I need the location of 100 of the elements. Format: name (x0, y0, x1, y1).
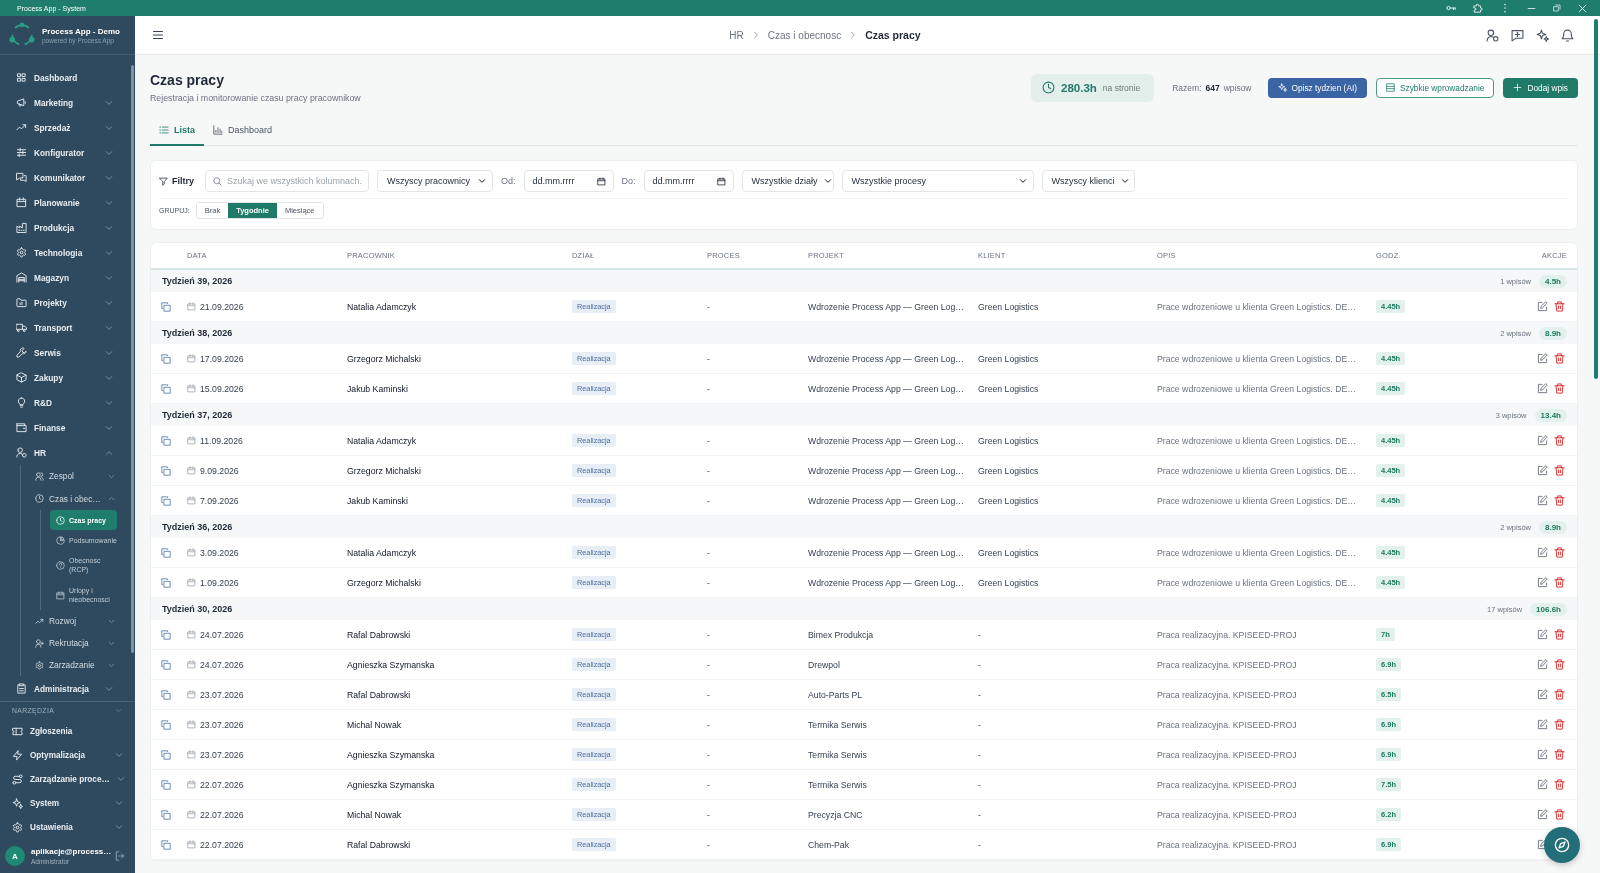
nav-item[interactable]: Sprzedaż (0, 115, 130, 140)
quick-entry-button[interactable]: Szybkie wprowadzanie (1376, 77, 1495, 98)
edit-icon[interactable] (1537, 465, 1548, 476)
breadcrumb-link[interactable]: HR (729, 29, 744, 41)
breadcrumb-link[interactable]: Czas i obecnosc (767, 29, 842, 41)
copy-icon[interactable] (161, 301, 171, 312)
nav-item[interactable]: Zakupy (0, 365, 130, 390)
nav-item[interactable]: Ustawienia (0, 815, 135, 839)
nav-item[interactable]: Konfigurator (0, 140, 130, 165)
copy-icon[interactable] (161, 383, 171, 394)
edit-icon[interactable] (1537, 749, 1548, 760)
date-from-field[interactable]: dd.mm.rrrr (523, 170, 614, 192)
nav-item[interactable]: System (0, 791, 135, 815)
copy-icon[interactable] (161, 809, 171, 820)
nav-item[interactable]: Zgłoszenia (0, 719, 135, 743)
trash-icon[interactable] (1554, 629, 1565, 640)
copy-icon[interactable] (161, 353, 171, 364)
edit-icon[interactable] (1537, 719, 1548, 730)
nav-item[interactable]: Rekrutacja (21, 632, 130, 654)
copy-icon[interactable] (161, 659, 171, 670)
nav-item[interactable]: Rozwoj (21, 610, 130, 632)
trash-icon[interactable] (1554, 577, 1565, 588)
edit-icon[interactable] (1537, 495, 1548, 506)
copy-icon[interactable] (161, 495, 171, 506)
edit-icon[interactable] (1537, 779, 1548, 790)
department-select[interactable]: Wszystkie działy (741, 170, 834, 192)
trash-icon[interactable] (1554, 383, 1565, 394)
copy-icon[interactable] (161, 629, 171, 640)
filter-button[interactable]: Filtry (159, 176, 194, 186)
trash-icon[interactable] (1554, 689, 1565, 700)
nav-item[interactable]: Technologia (0, 240, 130, 265)
edit-icon[interactable] (1537, 629, 1548, 640)
edit-icon[interactable] (1537, 301, 1548, 312)
trash-icon[interactable] (1554, 659, 1565, 670)
copy-icon[interactable] (161, 719, 171, 730)
edit-icon[interactable] (1537, 435, 1548, 446)
date-to-field[interactable]: dd.mm.rrrr (643, 170, 734, 192)
nav-item[interactable]: Dashboard (0, 65, 130, 90)
trash-icon[interactable] (1554, 749, 1565, 760)
sparkles-icon[interactable] (1536, 28, 1549, 42)
nav-item[interactable]: Projekty (0, 290, 130, 315)
edit-icon[interactable] (1537, 659, 1548, 670)
trash-icon[interactable] (1554, 779, 1565, 790)
restore-icon[interactable] (1553, 4, 1561, 12)
copy-icon[interactable] (161, 779, 171, 790)
edit-icon[interactable] (1537, 577, 1548, 588)
nav-item[interactable]: Magazyn (0, 265, 130, 290)
scrollbar-thumb[interactable] (1594, 19, 1598, 379)
trash-icon[interactable] (1554, 301, 1565, 312)
nav-item[interactable]: Zarzadzanie (21, 654, 130, 676)
user-icon[interactable] (1486, 28, 1499, 42)
copy-icon[interactable] (161, 547, 171, 558)
nav-item[interactable]: Produkcja (0, 215, 130, 240)
trash-icon[interactable] (1554, 719, 1565, 730)
copy-icon[interactable] (161, 839, 171, 850)
trash-icon[interactable] (1554, 465, 1565, 476)
logout-icon[interactable] (115, 851, 125, 861)
nav-item[interactable]: Planowanie (0, 190, 130, 215)
nav-item[interactable]: Transport (0, 315, 130, 340)
key-icon[interactable] (1446, 3, 1456, 13)
edit-icon[interactable] (1537, 547, 1548, 558)
nav-item[interactable]: Serwis (0, 340, 130, 365)
nav-item[interactable]: Administracja (0, 676, 130, 701)
ai-describe-button[interactable]: Opisz tydzien (AI) (1267, 77, 1367, 98)
trash-icon[interactable] (1554, 495, 1565, 506)
close-icon[interactable] (1578, 3, 1587, 13)
nav-item[interactable]: Optymalizacja (0, 743, 135, 767)
trash-icon[interactable] (1554, 435, 1565, 446)
scrollbar-thumb[interactable] (131, 65, 134, 653)
nav-item[interactable]: Finanse (0, 415, 130, 440)
search-field[interactable]: Szukaj we wszystkich kolumnach. (205, 170, 369, 192)
bell-icon[interactable] (1561, 28, 1574, 42)
nav-item[interactable]: HR (0, 440, 130, 465)
edit-icon[interactable] (1537, 689, 1548, 700)
copy-icon[interactable] (161, 435, 171, 446)
copy-icon[interactable] (161, 465, 171, 476)
menu-icon[interactable] (152, 29, 164, 41)
employee-select[interactable]: Wszyscy pracownicy (377, 170, 493, 192)
edit-icon[interactable] (1537, 383, 1548, 394)
nav-item[interactable]: R&D (0, 390, 130, 415)
tab[interactable]: Lista (150, 116, 204, 146)
client-select[interactable]: Wszyscy klienci (1041, 170, 1135, 192)
nav-item[interactable]: Zarządzanie proce… (0, 767, 135, 791)
puzzle-icon[interactable] (1473, 3, 1483, 13)
add-entry-button[interactable]: Dodaj wpis (1503, 77, 1578, 98)
copy-icon[interactable] (161, 749, 171, 760)
tab[interactable]: Dashboard (204, 116, 282, 146)
message-plus-icon[interactable] (1511, 28, 1524, 42)
nav-item[interactable]: Marketing (0, 90, 130, 115)
copy-icon[interactable] (161, 689, 171, 700)
trash-icon[interactable] (1554, 809, 1565, 820)
nav-item[interactable]: Czas i obec… (21, 487, 130, 510)
edit-icon[interactable] (1537, 809, 1548, 820)
process-select[interactable]: Wszystkie procesy (841, 170, 1034, 192)
trash-icon[interactable] (1554, 547, 1565, 558)
trash-icon[interactable] (1554, 353, 1565, 364)
edit-icon[interactable] (1537, 353, 1548, 364)
copy-icon[interactable] (161, 577, 171, 588)
nav-item[interactable]: Zespol (21, 465, 130, 487)
nav-item[interactable]: Komunikator (0, 165, 130, 190)
